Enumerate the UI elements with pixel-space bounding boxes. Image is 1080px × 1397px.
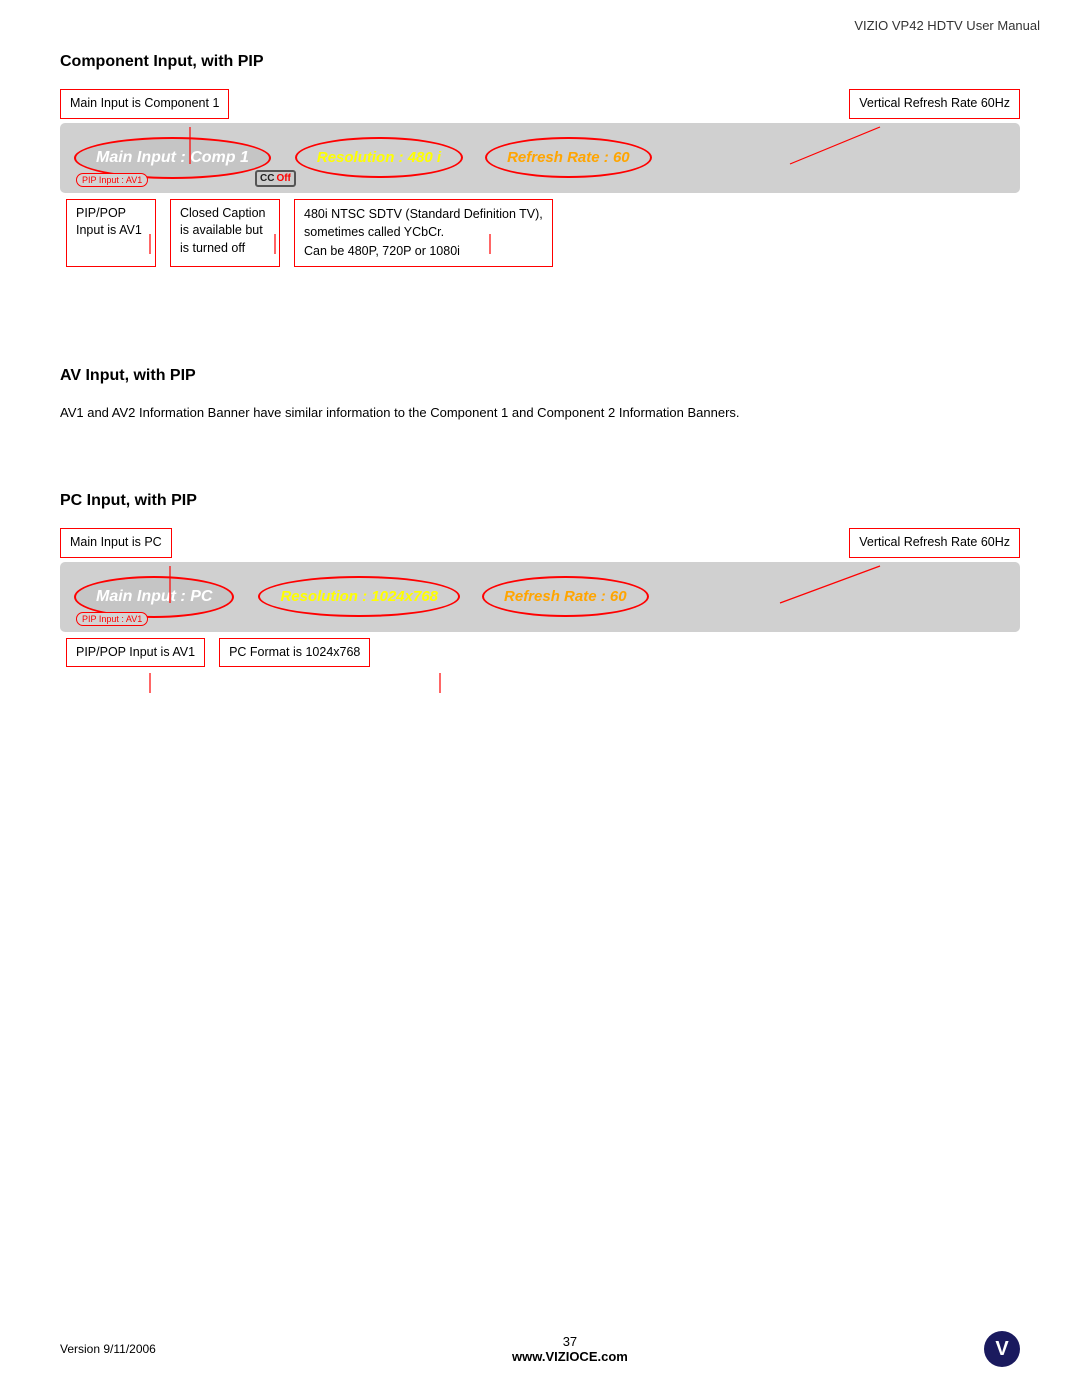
manual-title: VIZIO VP42 HDTV User Manual	[854, 18, 1040, 33]
vizio-logo: V	[984, 1331, 1020, 1367]
diagram1: Main Input is Component 1 Vertical Refre…	[60, 89, 1020, 267]
page-header: VIZIO VP42 HDTV User Manual	[0, 0, 1080, 33]
pip3-tag: PIP Input : AV1	[76, 612, 148, 626]
diagram1-top-annotations: Main Input is Component 1 Vertical Refre…	[60, 89, 1020, 119]
oval3-refresh: Refresh Rate : 60	[482, 576, 649, 617]
diagram3: Main Input is PC Vertical Refresh Rate 6…	[60, 528, 1020, 667]
off-text: Off	[276, 173, 290, 184]
section-av-input: AV Input, with PIP AV1 and AV2 Informati…	[60, 367, 1020, 423]
anno1-pip-input: PIP/POP Input is AV1	[66, 199, 156, 267]
anno1-closed-caption: Closed Caption is available but is turne…	[170, 199, 280, 267]
footer-center: 37 www.VIZIOCE.com	[512, 1334, 628, 1364]
diagram1-bottom-annotations: PIP/POP Input is AV1 Closed Caption is a…	[60, 199, 1020, 267]
anno3-pc-format: PC Format is 1024x768	[219, 638, 370, 668]
page-number: 37	[512, 1334, 628, 1349]
section2-title: AV Input, with PIP	[60, 367, 1020, 385]
footer-website: www.VIZIOCE.com	[512, 1349, 628, 1364]
diagram3-bottom-annotations: PIP/POP Input is AV1 PC Format is 1024x7…	[60, 638, 1020, 668]
footer-version: Version 9/11/2006	[60, 1342, 156, 1356]
anno1-refresh-rate: Vertical Refresh Rate 60Hz	[849, 89, 1020, 119]
oval-refresh: Refresh Rate : 60	[485, 137, 652, 178]
cc-badge: CC Off	[255, 170, 296, 187]
anno1-resolution-desc: 480i NTSC SDTV (Standard Definition TV),…	[294, 199, 553, 267]
cc-text: CC	[260, 173, 274, 184]
anno3-main-input: Main Input is PC	[60, 528, 172, 558]
diagram1-banner: Main Input : Comp 1 Resolution : 480 i R…	[60, 123, 1020, 193]
diagram3-banner: Main Input : PC Resolution : 1024x768 Re…	[60, 562, 1020, 632]
oval3-resolution: Resolution : 1024x768	[258, 576, 460, 617]
section-component-input: Component Input, with PIP Main Input is …	[60, 53, 1020, 267]
anno3-refresh-rate: Vertical Refresh Rate 60Hz	[849, 528, 1020, 558]
pip-tag: PIP Input : AV1	[76, 173, 148, 187]
anno1-main-input: Main Input is Component 1	[60, 89, 229, 119]
oval-resolution: Resolution : 480 i	[295, 137, 463, 178]
section-pc-input: PC Input, with PIP Main Input is PC Vert…	[60, 492, 1020, 667]
section2-description: AV1 and AV2 Information Banner have simi…	[60, 403, 1020, 423]
page-footer: Version 9/11/2006 37 www.VIZIOCE.com V	[0, 1331, 1080, 1367]
section3-title: PC Input, with PIP	[60, 492, 1020, 510]
diagram3-top-annotations: Main Input is PC Vertical Refresh Rate 6…	[60, 528, 1020, 558]
section1-title: Component Input, with PIP	[60, 53, 1020, 71]
anno3-pip-input: PIP/POP Input is AV1	[66, 638, 205, 668]
